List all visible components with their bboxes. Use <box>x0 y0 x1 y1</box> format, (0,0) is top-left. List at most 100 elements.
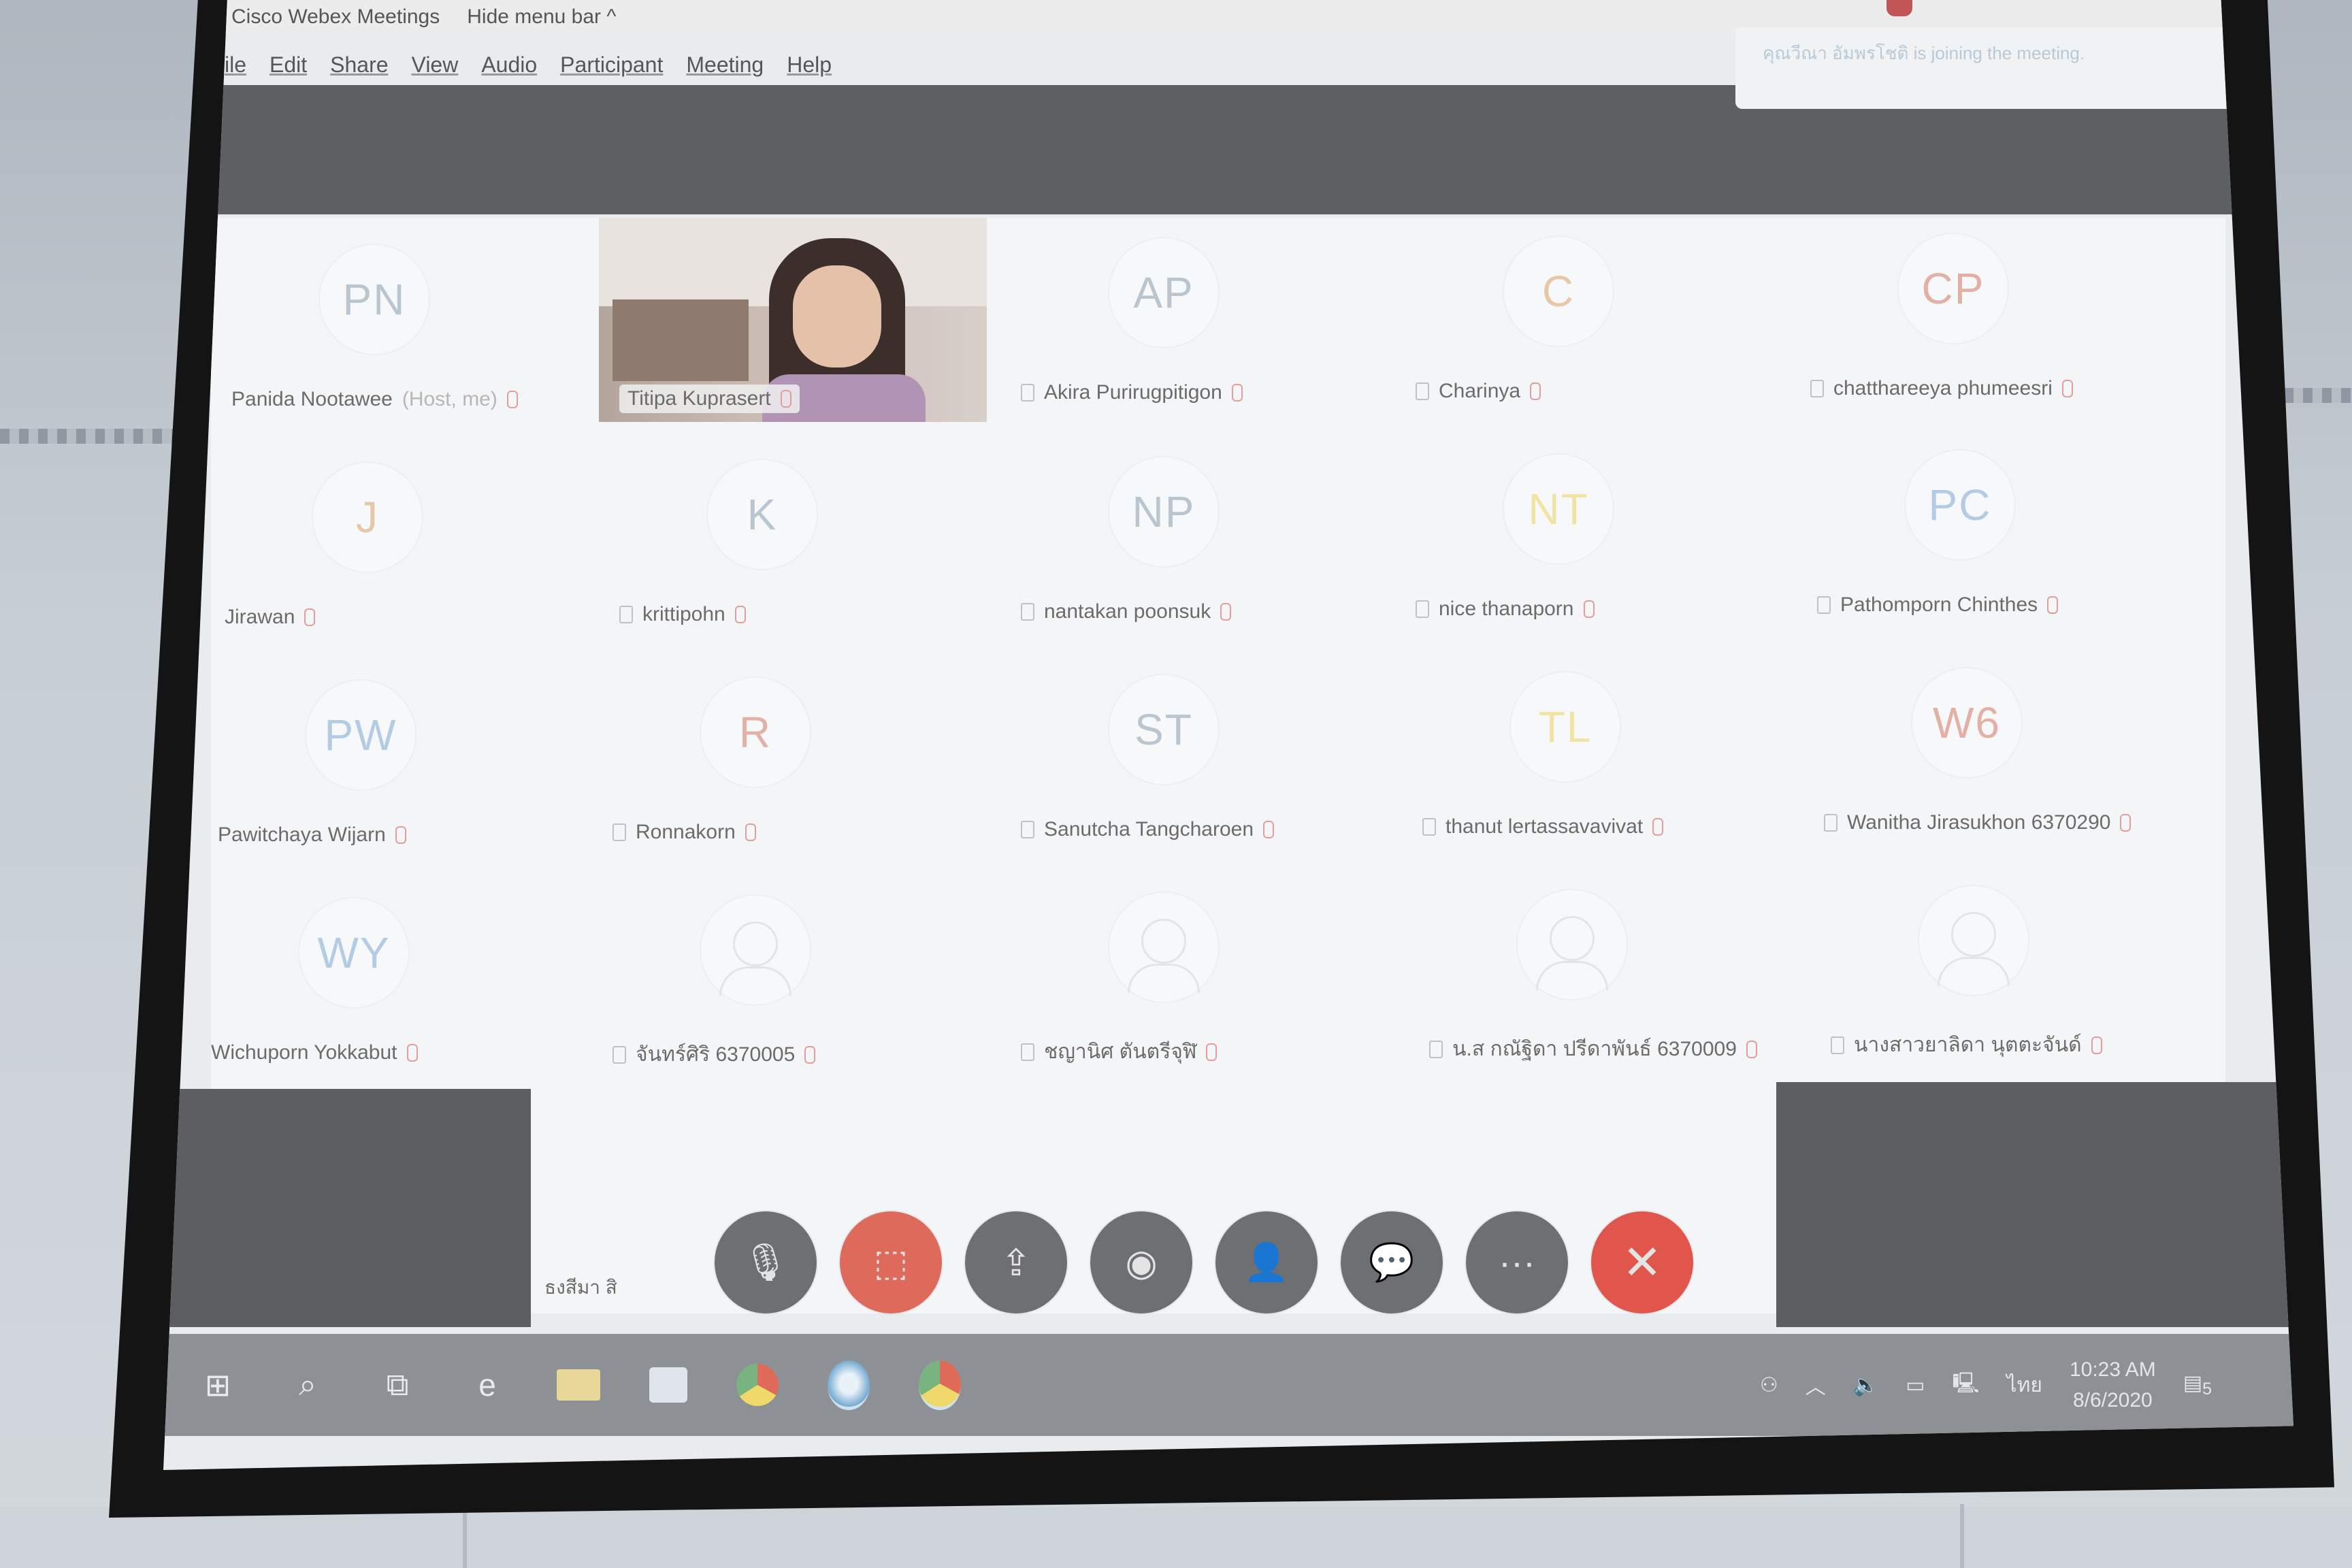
store-icon[interactable] <box>649 1367 687 1403</box>
language-indicator[interactable]: ไทย <box>2007 1369 2042 1401</box>
participant-tile[interactable]: W6 Wanitha Jirasukhon 6370290 <box>1803 641 2198 859</box>
clock[interactable]: 10:23 AM 8/6/2020 <box>2070 1354 2156 1416</box>
meeting-controls: 🎙 ⬚ ⇪ ◉ 👤 💬 ··· ✕ <box>715 1211 1693 1313</box>
chat-button[interactable]: 💬 <box>1341 1211 1443 1313</box>
join-notification: คุณวีณา อัมพรโชติ is joining the meeting… <box>1735 27 2266 109</box>
participant-name: Sanutcha Tangcharoen <box>1044 818 1254 840</box>
end-meeting-button[interactable]: ✕ <box>1591 1211 1693 1313</box>
participant-name: Titipa Kuprasert <box>627 387 771 410</box>
file-explorer-icon[interactable] <box>557 1369 600 1401</box>
menu-meeting[interactable]: Meeting <box>686 52 764 78</box>
mic-muted-icon <box>304 608 316 626</box>
menu-participant[interactable]: Participant <box>560 52 663 78</box>
participant-tile[interactable]: AP Akira Purirugpitigon <box>1000 211 1395 429</box>
chevron-up-icon[interactable]: ︿ <box>1806 1370 1826 1400</box>
wall-lower-panel <box>0 1507 2352 1568</box>
participant-tile[interactable]: K krittipohn <box>599 433 994 651</box>
mic-muted-icon <box>2091 1036 2102 1054</box>
participant-tile[interactable]: R Ronnakorn <box>592 651 987 868</box>
mic-muted-icon <box>734 606 746 623</box>
clock-date: 8/6/2020 <box>2072 1389 2153 1411</box>
avatar: TL <box>1511 672 1620 781</box>
menu-file[interactable]: ile <box>225 52 246 78</box>
device-icon <box>1831 1036 1844 1054</box>
participant-tile[interactable]: PW Pawitchaya Wijarn <box>197 653 592 871</box>
participant-tile[interactable]: ชญานิศ ตันตรีจุฬิ <box>1000 866 1395 1083</box>
chrome-icon[interactable] <box>919 1360 961 1410</box>
avatar: CP <box>1899 234 2008 343</box>
participant-name: Charinya <box>1439 380 1521 402</box>
participant-label: Charinya <box>1416 380 1541 403</box>
mic-muted-icon <box>745 823 756 841</box>
people-icon[interactable]: ⚇ <box>1760 1373 1778 1397</box>
wall-seam <box>463 1504 467 1568</box>
device-icon <box>1429 1040 1443 1058</box>
battery-icon[interactable]: ▭ <box>1906 1373 1925 1397</box>
participant-tile[interactable]: J Jirawan <box>204 436 599 653</box>
mic-muted-icon <box>780 390 791 408</box>
network-icon[interactable]: 🖳 <box>1952 1368 1979 1403</box>
notifications-icon[interactable]: ▤5 <box>2183 1371 2212 1399</box>
avatar: PN <box>320 245 429 354</box>
menu-edit[interactable]: Edit <box>270 52 307 78</box>
participant-video-tile[interactable]: Titipa Kuprasert <box>599 218 987 422</box>
search-icon[interactable]: ⌕ <box>287 1365 328 1405</box>
participant-label: Jirawan <box>225 606 316 629</box>
participant-tile[interactable]: C Charinya <box>1395 210 1790 427</box>
participant-name: nantakan poonsuk <box>1044 600 1211 623</box>
hide-menu-bar-button[interactable]: Hide menu bar ^ <box>467 5 616 29</box>
participant-tile[interactable]: ST Sanutcha Tangcharoen <box>1000 648 1395 866</box>
avatar: PW <box>306 681 415 789</box>
participant-tile[interactable]: จันทร์ศิริ 6370005 <box>592 868 987 1086</box>
participant-tile[interactable]: นางสาวยาลิดา นุตตะจันด์ <box>1810 859 2205 1077</box>
menu-view[interactable]: View <box>412 52 459 78</box>
edge-icon[interactable]: e <box>467 1365 508 1405</box>
video-shelf <box>612 299 749 381</box>
participant-name: Pathomporn Chinthes <box>1840 593 2038 616</box>
participant-tile[interactable]: WY Wichuporn Yokkabut <box>191 871 585 1089</box>
participant-name: Pawitchaya Wijarn <box>218 823 386 846</box>
participant-name: น.ส กณัฐิดา ปรีดาพันธ์ 6370009 <box>1452 1038 1737 1060</box>
device-icon <box>619 606 633 623</box>
task-view-icon[interactable]: ⧉ <box>377 1365 418 1405</box>
device-icon <box>1021 603 1034 621</box>
participant-name: Jirawan <box>225 606 295 628</box>
participants-button[interactable]: 👤 <box>1215 1211 1318 1313</box>
participant-label: Akira Purirugpitigon <box>1021 381 1243 404</box>
participant-name: nice thanaporn <box>1439 598 1574 620</box>
mic-muted-icon <box>1652 818 1664 836</box>
windows-start-icon[interactable]: ⊞ <box>197 1365 238 1405</box>
avatar: WY <box>299 898 408 1007</box>
mute-button[interactable]: 🎙 <box>715 1211 817 1313</box>
participant-tile[interactable]: NP nantakan poonsuk <box>1000 430 1395 648</box>
chrome-icon[interactable] <box>736 1364 779 1406</box>
participant-tile[interactable]: PC Pathomporn Chinthes <box>1797 423 2191 641</box>
webex-icon[interactable] <box>828 1360 870 1410</box>
participant-tile[interactable]: น.ส กณัฐิดา ปรีดาพันธ์ 6370009 <box>1409 863 1803 1081</box>
menu-audio[interactable]: Audio <box>481 52 537 78</box>
menu-help[interactable]: Help <box>787 52 832 78</box>
record-button[interactable]: ◉ <box>1090 1211 1192 1313</box>
windows-taskbar: ⊞ ⌕ ⧉ e ⚇ ︿ 🔈 ▭ 🖳 ไทย 10:23 AM 8/6/2020 … <box>163 1334 2293 1436</box>
participant-grid: PN Panida Nootawee (Host, me) Titipa Kup… <box>211 218 2225 1096</box>
projected-desktop: Cisco Webex Meetings Hide menu bar ^ ile… <box>163 0 2293 1470</box>
participant-tile[interactable]: PN Panida Nootawee (Host, me) <box>211 218 606 436</box>
participant-label: Ronnakorn <box>612 821 756 844</box>
device-icon <box>1810 380 1824 397</box>
avatar: ST <box>1109 675 1218 784</box>
participant-tile[interactable]: CP chatthareeya phumeesri <box>1790 207 2185 425</box>
participant-tile[interactable]: NT nice thanaporn <box>1395 427 1790 645</box>
more-options-button[interactable]: ··· <box>1466 1211 1568 1313</box>
mic-muted-icon <box>406 1044 418 1062</box>
video-person-face <box>793 265 881 368</box>
participant-label: nice thanaporn <box>1416 598 1595 621</box>
share-button[interactable]: ⇪ <box>965 1211 1067 1313</box>
participant-name: จันทร์ศิริ 6370005 <box>636 1043 796 1066</box>
participant-tile[interactable]: TL thanut lertassavavivat <box>1402 645 1797 863</box>
participant-name: chatthareeya phumeesri <box>1833 377 2053 399</box>
volume-icon[interactable]: 🔈 <box>1853 1373 1878 1397</box>
device-icon <box>1021 821 1034 838</box>
menu-share[interactable]: Share <box>330 52 388 78</box>
start-video-button[interactable]: ⬚ <box>840 1211 942 1313</box>
participant-label: นางสาวยาลิดา นุตตะจันด์ <box>1831 1029 2102 1061</box>
